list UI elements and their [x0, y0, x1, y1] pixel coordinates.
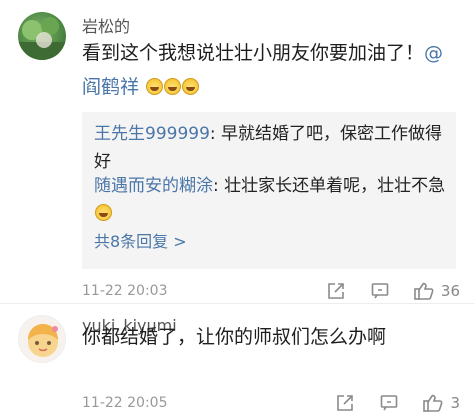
reply-username[interactable]: 王先生999999	[94, 124, 210, 144]
timestamp: 11-22 20:03	[82, 283, 168, 299]
comment-icon[interactable]	[369, 280, 391, 302]
share-icon[interactable]	[334, 392, 356, 414]
comment-text: 你都结婚了，让你的师叔们怎么办啊	[82, 326, 387, 348]
comment-text-body: 看到这个我想说壮壮小朋友你要加油了！	[82, 42, 425, 64]
comment-meta: 11-22 20:03 36	[82, 279, 460, 303]
comment-actions: 3	[312, 392, 460, 414]
more-replies-link[interactable]: 共8条回复 >	[94, 228, 187, 252]
laugh-cry-emoji-icon	[182, 78, 200, 95]
timestamp: 11-22 20:05	[82, 395, 168, 411]
thumbs-up-icon[interactable]	[422, 392, 444, 414]
username[interactable]: 岩松的	[82, 13, 130, 37]
avatar[interactable]	[18, 315, 66, 363]
comment-text: 看到这个我想说壮壮小朋友你要加油了！@阎鹤祥	[82, 36, 456, 104]
laugh-cry-emoji-icon	[164, 78, 182, 95]
comment-icon[interactable]	[378, 392, 400, 414]
comment-actions: 36	[303, 280, 460, 302]
grin-emoji-icon	[95, 204, 112, 221]
share-icon[interactable]	[325, 280, 347, 302]
laugh-cry-emoji-icon	[146, 78, 164, 95]
like-count: 3	[450, 394, 460, 412]
thumbs-up-icon[interactable]	[413, 280, 435, 302]
reply-item: 随遇而安的糊涂: 壮壮家长还单着呢，壮壮不急	[94, 172, 446, 228]
avatar[interactable]	[18, 12, 66, 60]
reply-username[interactable]: 随遇而安的糊涂	[94, 176, 213, 196]
reply-box[interactable]: 王先生999999: 早就结婚了吧，保密工作做得好 随遇而安的糊涂: 壮壮家长还…	[82, 112, 456, 269]
like-count: 36	[440, 282, 460, 300]
comment-meta: 11-22 20:05 3	[82, 391, 460, 415]
reply-item: 王先生999999: 早就结婚了吧，保密工作做得好	[94, 120, 446, 176]
reply-text: : 壮壮家长还单着呢，壮壮不急	[213, 176, 446, 196]
comment-item: 岩松的 看到这个我想说壮壮小朋友你要加油了！@阎鹤祥 王先生999999: 早就…	[0, 0, 474, 303]
